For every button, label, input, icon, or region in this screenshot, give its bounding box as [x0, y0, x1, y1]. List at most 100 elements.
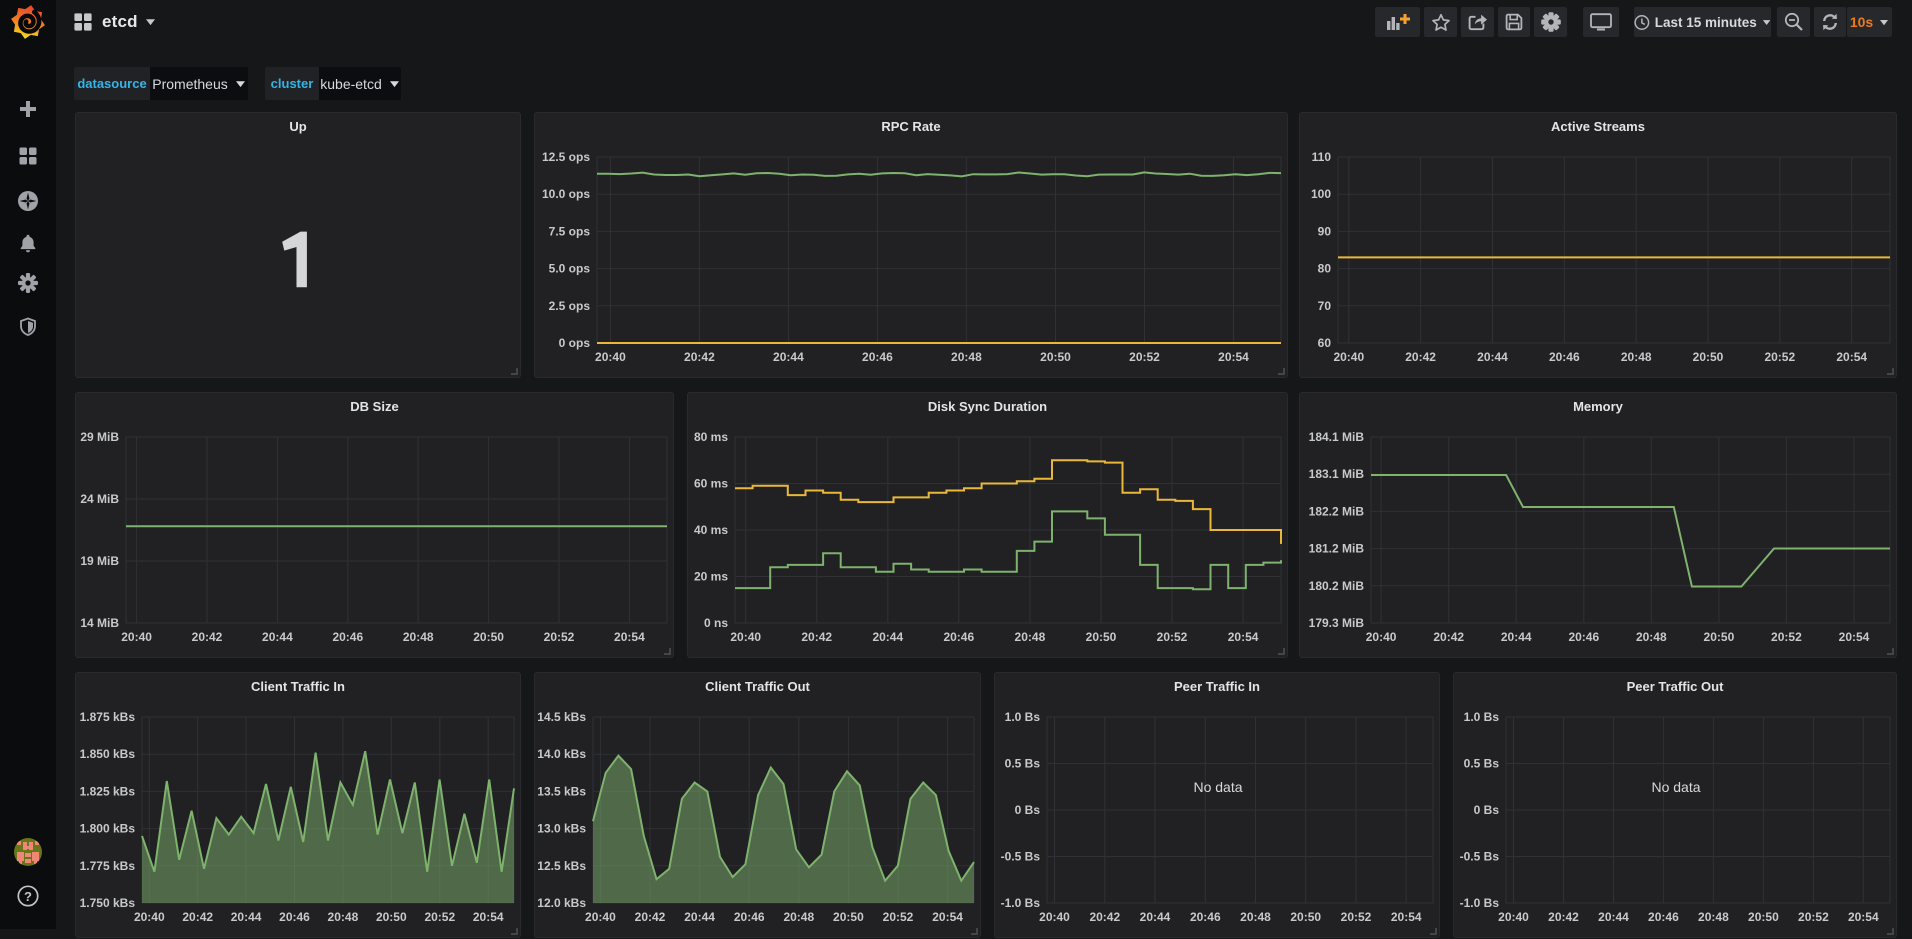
svg-text:7.5 ops: 7.5 ops — [549, 224, 591, 238]
svg-text:20:42: 20:42 — [182, 910, 213, 924]
svg-text:20:46: 20:46 — [1190, 910, 1221, 924]
svg-text:60 ms: 60 ms — [694, 477, 728, 491]
svg-text:20:54: 20:54 — [473, 910, 504, 924]
svg-text:20:44: 20:44 — [1140, 910, 1171, 924]
svg-text:20:42: 20:42 — [192, 630, 223, 644]
svg-text:110: 110 — [1312, 150, 1332, 164]
svg-text:20:50: 20:50 — [1086, 630, 1117, 644]
svg-text:20:52: 20:52 — [544, 630, 575, 644]
svg-text:14.5 kBs: 14.5 kBs — [537, 710, 586, 724]
svg-text:12.5 ops: 12.5 ops — [542, 150, 590, 164]
svg-text:20:40: 20:40 — [121, 630, 152, 644]
svg-text:20:54: 20:54 — [1836, 350, 1867, 364]
svg-text:100: 100 — [1311, 187, 1331, 201]
svg-text:20 ms: 20 ms — [694, 570, 728, 584]
svg-text:20:40: 20:40 — [595, 350, 626, 364]
svg-text:20:42: 20:42 — [684, 350, 715, 364]
svg-text:2.5 ops: 2.5 ops — [549, 299, 591, 313]
svg-text:80 ms: 80 ms — [694, 430, 728, 444]
svg-text:20:48: 20:48 — [1015, 630, 1046, 644]
svg-text:20:42: 20:42 — [1405, 350, 1436, 364]
svg-text:20:40: 20:40 — [730, 630, 761, 644]
svg-text:20:50: 20:50 — [1704, 630, 1735, 644]
svg-text:20:50: 20:50 — [376, 910, 407, 924]
svg-text:20:50: 20:50 — [1693, 350, 1724, 364]
svg-text:20:54: 20:54 — [932, 910, 963, 924]
svg-text:20:48: 20:48 — [1621, 350, 1652, 364]
svg-text:20:44: 20:44 — [1477, 350, 1508, 364]
svg-text:20:40: 20:40 — [134, 910, 165, 924]
svg-text:70: 70 — [1318, 299, 1332, 313]
svg-text:5.0 ops: 5.0 ops — [549, 262, 591, 276]
svg-text:20:40: 20:40 — [1039, 910, 1070, 924]
svg-text:0.5 Bs: 0.5 Bs — [1005, 757, 1041, 771]
svg-text:20:52: 20:52 — [424, 910, 455, 924]
svg-text:1.850 kBs: 1.850 kBs — [80, 747, 136, 761]
svg-text:20:48: 20:48 — [783, 910, 814, 924]
svg-text:20:46: 20:46 — [734, 910, 765, 924]
svg-text:0.5 Bs: 0.5 Bs — [1464, 757, 1500, 771]
svg-text:90: 90 — [1318, 224, 1332, 238]
svg-text:20:44: 20:44 — [684, 910, 715, 924]
svg-text:-0.5 Bs: -0.5 Bs — [1001, 850, 1041, 864]
svg-text:80: 80 — [1318, 262, 1332, 276]
svg-text:20:42: 20:42 — [1433, 630, 1464, 644]
svg-text:20:52: 20:52 — [1798, 910, 1829, 924]
svg-text:180.2 MiB: 180.2 MiB — [1309, 579, 1365, 593]
svg-text:20:54: 20:54 — [1218, 350, 1249, 364]
svg-text:20:42: 20:42 — [801, 630, 832, 644]
svg-text:20:52: 20:52 — [1341, 910, 1372, 924]
svg-text:20:46: 20:46 — [943, 630, 974, 644]
svg-text:1.750 kBs: 1.750 kBs — [80, 896, 136, 910]
svg-text:0 ops: 0 ops — [559, 336, 591, 350]
svg-text:40 ms: 40 ms — [694, 523, 728, 537]
svg-text:20:48: 20:48 — [1636, 630, 1667, 644]
svg-text:20:48: 20:48 — [951, 350, 982, 364]
svg-text:29 MiB: 29 MiB — [80, 430, 119, 444]
svg-text:20:54: 20:54 — [1391, 910, 1422, 924]
svg-text:20:48: 20:48 — [328, 910, 359, 924]
svg-text:179.3 MiB: 179.3 MiB — [1309, 616, 1365, 630]
svg-text:No data: No data — [1651, 779, 1700, 795]
svg-text:181.2 MiB: 181.2 MiB — [1309, 542, 1365, 556]
svg-text:20:46: 20:46 — [1648, 910, 1679, 924]
svg-text:1.800 kBs: 1.800 kBs — [80, 822, 136, 836]
svg-text:20:42: 20:42 — [1089, 910, 1120, 924]
svg-text:60: 60 — [1318, 336, 1332, 350]
svg-text:20:50: 20:50 — [1040, 350, 1071, 364]
svg-text:183.1 MiB: 183.1 MiB — [1309, 467, 1365, 481]
svg-text:20:50: 20:50 — [833, 910, 864, 924]
svg-text:1.0 Bs: 1.0 Bs — [1005, 710, 1041, 724]
svg-text:20:40: 20:40 — [1333, 350, 1364, 364]
svg-text:20:46: 20:46 — [1568, 630, 1599, 644]
svg-text:20:44: 20:44 — [872, 630, 903, 644]
svg-text:0 Bs: 0 Bs — [1474, 803, 1500, 817]
svg-text:0 Bs: 0 Bs — [1015, 803, 1041, 817]
svg-text:1.775 kBs: 1.775 kBs — [80, 859, 136, 873]
svg-text:20:52: 20:52 — [1157, 630, 1188, 644]
svg-text:14.0 kBs: 14.0 kBs — [537, 747, 586, 761]
svg-text:13.0 kBs: 13.0 kBs — [537, 822, 586, 836]
svg-text:20:44: 20:44 — [1598, 910, 1629, 924]
svg-text:20:42: 20:42 — [635, 910, 666, 924]
svg-text:0 ns: 0 ns — [704, 616, 728, 630]
svg-text:20:54: 20:54 — [1228, 630, 1259, 644]
svg-text:20:54: 20:54 — [1839, 630, 1870, 644]
svg-text:20:52: 20:52 — [883, 910, 914, 924]
svg-text:20:40: 20:40 — [585, 910, 616, 924]
svg-text:1.825 kBs: 1.825 kBs — [80, 784, 136, 798]
svg-text:1.0 Bs: 1.0 Bs — [1464, 710, 1500, 724]
svg-text:184.1 MiB: 184.1 MiB — [1309, 430, 1365, 444]
svg-text:12.5 kBs: 12.5 kBs — [537, 859, 586, 873]
svg-text:20:48: 20:48 — [1240, 910, 1271, 924]
svg-text:20:52: 20:52 — [1764, 350, 1795, 364]
svg-text:20:54: 20:54 — [1848, 910, 1879, 924]
svg-text:-1.0 Bs: -1.0 Bs — [1001, 896, 1041, 910]
svg-text:20:50: 20:50 — [1748, 910, 1779, 924]
svg-text:20:50: 20:50 — [473, 630, 504, 644]
svg-text:20:46: 20:46 — [1549, 350, 1580, 364]
svg-text:-0.5 Bs: -0.5 Bs — [1460, 850, 1500, 864]
svg-text:20:44: 20:44 — [773, 350, 804, 364]
svg-text:20:44: 20:44 — [231, 910, 262, 924]
svg-text:20:44: 20:44 — [262, 630, 293, 644]
